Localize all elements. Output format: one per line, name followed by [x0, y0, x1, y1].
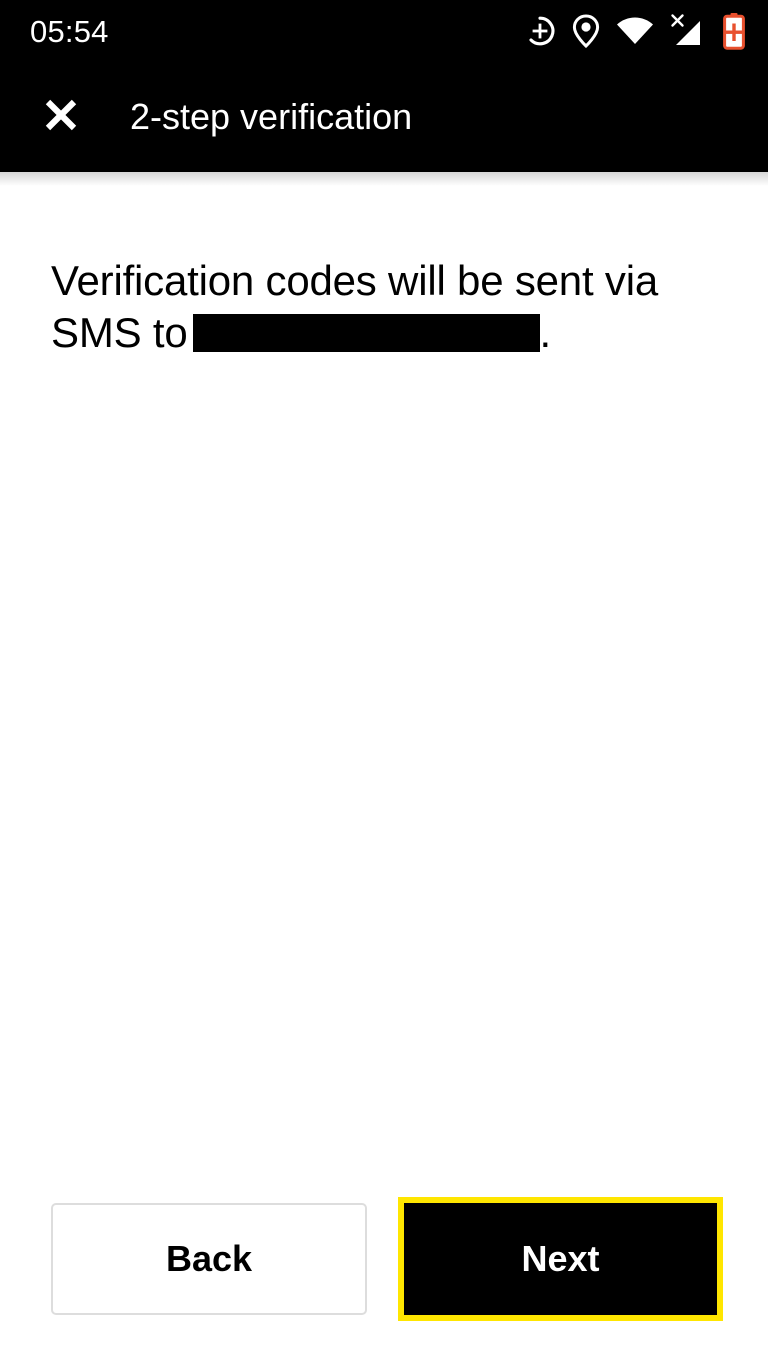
- verification-message-period: .: [539, 309, 552, 356]
- verification-message: Verification codes will be sent via SMS …: [51, 255, 717, 359]
- cellular-no-service-icon: [669, 13, 707, 49]
- redacted-phone-number: [192, 314, 540, 352]
- close-icon: [44, 98, 78, 137]
- next-button-focus-ring: Next: [398, 1197, 723, 1321]
- button-row: Back Next: [0, 1197, 768, 1321]
- status-bar-icons: [524, 11, 746, 51]
- status-bar: 05:54: [0, 0, 768, 62]
- next-button[interactable]: Next: [404, 1203, 717, 1315]
- next-button-label: Next: [521, 1238, 600, 1279]
- content-area: Verification codes will be sent via SMS …: [51, 255, 717, 359]
- close-button[interactable]: [30, 86, 92, 148]
- wifi-icon: [616, 16, 654, 46]
- battery-warning-icon: [722, 12, 746, 50]
- page-title: 2-step verification: [130, 96, 413, 137]
- back-button-label: Back: [165, 1238, 253, 1279]
- app-bar: 05:54 2-step verification: [0, 0, 768, 172]
- back-button[interactable]: Back: [51, 1203, 367, 1315]
- magnification-accessibility-icon: [524, 15, 556, 47]
- location-pin-icon: [571, 14, 601, 49]
- page-surface: Verification codes will be sent via SMS …: [0, 172, 768, 1365]
- title-bar: 2-step verification: [0, 62, 768, 172]
- status-bar-clock: 05:54: [30, 13, 109, 49]
